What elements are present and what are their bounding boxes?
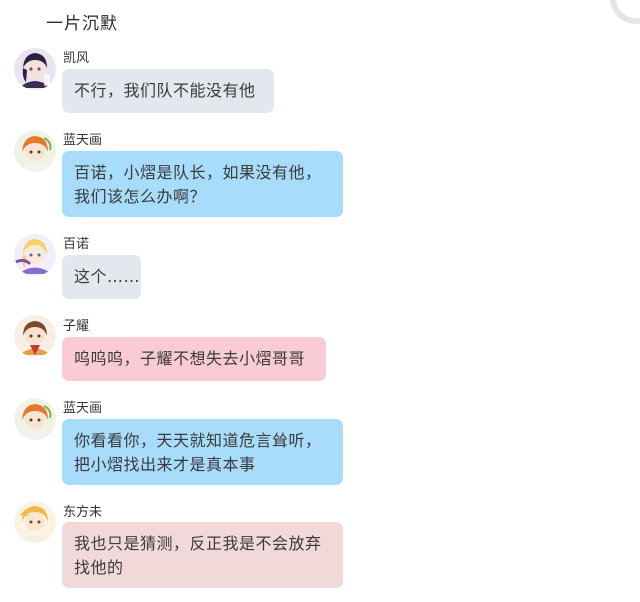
- message-bubble[interactable]: 我也只是猜测，反正我是不会放弃 找他的: [62, 522, 343, 588]
- message-line: 我也只是猜测，反正我是不会放弃: [74, 534, 322, 553]
- message-bubble[interactable]: 百诺，小熠是队长，如果没有他， 我们该怎么办啊？: [62, 151, 343, 217]
- narration-text: 一片沉默: [46, 14, 118, 34]
- message-line: 把小熠找出来才是真本事: [74, 455, 256, 474]
- corner-button-ring[interactable]: [610, 0, 640, 24]
- sender-name: 东方未: [63, 505, 103, 520]
- ziyao-avatar[interactable]: [14, 315, 56, 357]
- message-line: 你看看你，天天就知道危言耸听，: [74, 431, 322, 450]
- message-line: 百诺，小熠是队长，如果没有他，: [74, 163, 322, 182]
- message-line: 我们该怎么办啊？: [74, 187, 207, 206]
- message-line: 呜呜呜，子耀不想失去小熠哥哥: [74, 349, 306, 368]
- message-line: 这个……: [74, 267, 141, 286]
- sender-name: 蓝天画: [63, 401, 103, 416]
- message-bubble[interactable]: 这个……: [62, 255, 141, 299]
- sender-name: 子耀: [63, 319, 90, 334]
- message-bubble[interactable]: 呜呜呜，子耀不想失去小熠哥哥: [62, 337, 326, 381]
- message-bubble[interactable]: 你看看你，天天就知道危言耸听， 把小熠找出来才是真本事: [62, 419, 343, 485]
- lantianhua-avatar[interactable]: [14, 398, 56, 440]
- sender-name: 百诺: [63, 237, 90, 252]
- sender-name: 凯风: [63, 51, 90, 66]
- lantianhua-avatar[interactable]: [14, 130, 56, 172]
- message-bubble[interactable]: 不行，我们队不能没有他: [62, 69, 274, 113]
- dongfangwei-avatar[interactable]: [14, 501, 56, 543]
- sender-name: 蓝天画: [63, 133, 103, 148]
- message-line: 不行，我们队不能没有他: [74, 81, 256, 100]
- bainuo-avatar[interactable]: [14, 234, 56, 276]
- message-line: 找他的: [74, 558, 124, 577]
- kaifeng-avatar[interactable]: [14, 48, 56, 90]
- chat-screen: 一片沉默 凯风 不行，我们队不能没有他 蓝天画 百诺，小熠是队长，如果没有他， …: [0, 0, 640, 602]
